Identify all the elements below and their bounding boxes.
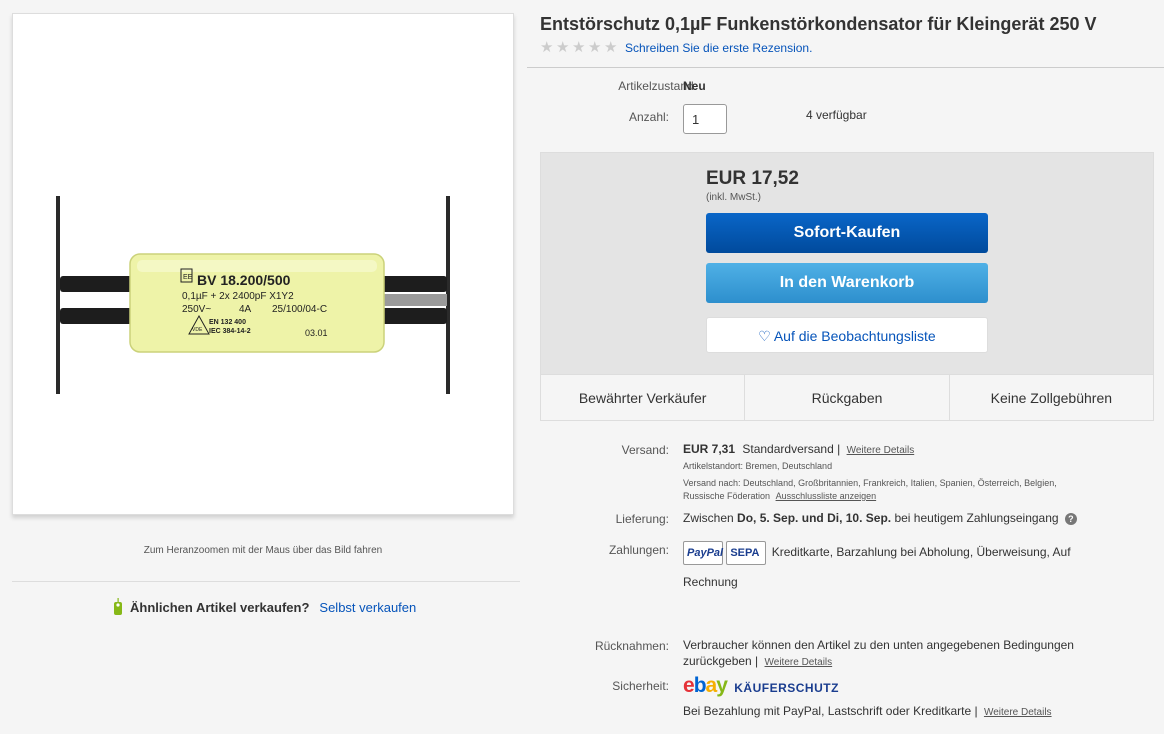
delivery-label: Lieferung: — [615, 512, 669, 526]
seller-badges: Bewährter Verkäufer Rückgaben Keine Zoll… — [541, 374, 1153, 420]
quantity-input[interactable] — [683, 104, 727, 134]
delivery-info: Zwischen Do, 5. Sep. und Di, 10. Sep. be… — [683, 511, 1077, 525]
product-title: Entstörschutz 0,1µF Funkenstörkondensato… — [540, 14, 1097, 34]
returns-text: Verbraucher können den Artikel zu den un… — [683, 638, 1074, 652]
quantity-available: 4 verfügbar — [806, 108, 867, 122]
returns-details-link[interactable]: Weitere Details — [765, 657, 833, 668]
returns-label: Rücknahmen: — [594, 639, 669, 653]
buyer-protection-label: KÄUFERSCHUTZ — [734, 681, 839, 695]
vde-logo-text: VDE — [192, 327, 203, 333]
product-image: EE BV 18.200/500 0,1µF + 2x 2400pF X1Y2 … — [56, 196, 450, 394]
help-icon[interactable]: ? — [1064, 512, 1077, 525]
sell-yourself-link[interactable]: Selbst verkaufen — [319, 600, 416, 615]
shipping-details-link[interactable]: Weitere Details — [847, 445, 915, 456]
sell-similar-question: Ähnlichen Artikel verkaufen? — [130, 599, 310, 615]
tag-icon — [114, 598, 122, 615]
delivery-suffix: bei heutigem Zahlungseingang — [894, 511, 1059, 525]
zoom-hint: Zum Heranzoomen mit der Maus über das Bi… — [143, 545, 383, 556]
buy-now-button[interactable]: Sofort-Kaufen — [706, 213, 988, 253]
star-icon: ★ — [588, 39, 602, 56]
capacitor-label-norm2: IEC 384-14-2 — [209, 328, 251, 335]
payments-info: PayPal SEPA Kreditkarte, Barzahlung bei … — [683, 537, 1123, 597]
item-location: Artikelstandort: Bremen, Deutschland — [683, 461, 833, 471]
ebay-buyer-protection: ebay KÄUFERSCHUTZ — [683, 674, 839, 698]
left-divider — [12, 581, 520, 582]
quantity-label: Anzahl: — [628, 110, 669, 124]
price: EUR 17,52 — [706, 168, 799, 189]
payment-methods: Kreditkarte, Barzahlung bei Abholung, Üb… — [771, 545, 1071, 559]
write-review-link[interactable]: Schreiben Sie die erste Rezension. — [625, 41, 812, 55]
badge-trusted-seller[interactable]: Bewährter Verkäufer — [541, 375, 746, 420]
ships-to-countries-cont: Russische Föderation — [683, 491, 771, 501]
returns-info: Verbraucher können den Artikel zu den un… — [683, 637, 1074, 671]
svg-text:EE: EE — [183, 274, 193, 281]
condition-value: Neu — [683, 79, 706, 93]
badge-no-customs[interactable]: Keine Zollgebühren — [950, 375, 1153, 420]
badge-returns[interactable]: Rückgaben — [745, 375, 950, 420]
add-to-cart-button[interactable]: In den Warenkorb — [706, 263, 988, 303]
security-text: Bei Bezahlung mit PayPal, Lastschrift od… — [683, 704, 978, 718]
price-tax-note: (inkl. MwSt.) — [706, 192, 761, 203]
delivery-and: und — [801, 511, 824, 525]
delivery-prefix: Zwischen — [683, 511, 734, 525]
shipping-cost: EUR 7,31 — [683, 442, 736, 456]
security-details-link[interactable]: Weitere Details — [984, 707, 1052, 718]
capacitor-label-date: 03.01 — [305, 328, 328, 338]
shipping-label: Versand: — [621, 443, 669, 457]
star-icon: ★ — [556, 39, 570, 56]
paypal-logo: PayPal — [683, 540, 723, 565]
title-divider — [527, 67, 1164, 68]
star-icon: ★ — [604, 39, 618, 56]
capacitor-label-class: 25/100/04-C — [272, 304, 327, 315]
exclusions-link[interactable]: Ausschlussliste anzeigen — [776, 491, 877, 501]
rating-row: ★ ★ ★ ★ ★ Schreiben Sie die erste Rezens… — [540, 40, 812, 55]
watchlist-label: Auf die Beobachtungsliste — [773, 328, 936, 344]
security-info: Bei Bezahlung mit PayPal, Lastschrift od… — [683, 704, 1052, 718]
sell-similar-row: Ähnlichen Artikel verkaufen? Selbst verk… — [112, 598, 416, 616]
star-icon: ★ — [540, 39, 554, 56]
watchlist-button[interactable]: ♡ Auf die Beobachtungsliste — [706, 317, 988, 353]
ships-to-countries: Versand nach: Deutschland, Großbritannie… — [683, 478, 1057, 488]
capacitor-label-line2: 0,1µF + 2x 2400pF X1Y2 — [182, 291, 294, 302]
ebay-logo-b: b — [693, 674, 707, 697]
heart-icon: ♡ — [758, 328, 771, 344]
capacitor-label-norm1: EN 132 400 — [209, 319, 246, 326]
ebay-logo-y: y — [716, 674, 728, 697]
ships-to: Versand nach: Deutschland, Großbritannie… — [683, 477, 1133, 503]
payments-label: Zahlungen: — [608, 543, 669, 557]
capacitor-label-line1: BV 18.200/500 — [197, 272, 291, 288]
payment-methods-cont: Rechnung — [683, 575, 738, 589]
returns-text-cont: zurückgeben | — [683, 654, 759, 668]
shipping-method: Standardversand | — [742, 442, 841, 456]
condition-label: Artikelzustand: — [618, 79, 697, 93]
ebay-logo-e: e — [683, 674, 695, 697]
delivery-date-from: Do, 5. Sep. — [737, 511, 799, 525]
ebay-logo-a: a — [705, 674, 718, 697]
security-label: Sicherheit: — [612, 679, 669, 693]
product-image-frame[interactable]: EE BV 18.200/500 0,1µF + 2x 2400pF X1Y2 … — [12, 13, 514, 515]
ebay-logo: ebay — [683, 674, 728, 697]
delivery-date-to: Di, 10. Sep. — [827, 511, 892, 525]
capacitor-label-current: 4A — [239, 304, 252, 315]
shipping-info: EUR 7,31 Standardversand | Weitere Detai… — [683, 442, 914, 456]
sepa-logo: SEPA — [726, 540, 767, 565]
star-icon: ★ — [572, 39, 586, 56]
star-rating: ★ ★ ★ ★ ★ — [540, 40, 619, 55]
capacitor-label-voltage: 250V~ — [182, 304, 211, 315]
